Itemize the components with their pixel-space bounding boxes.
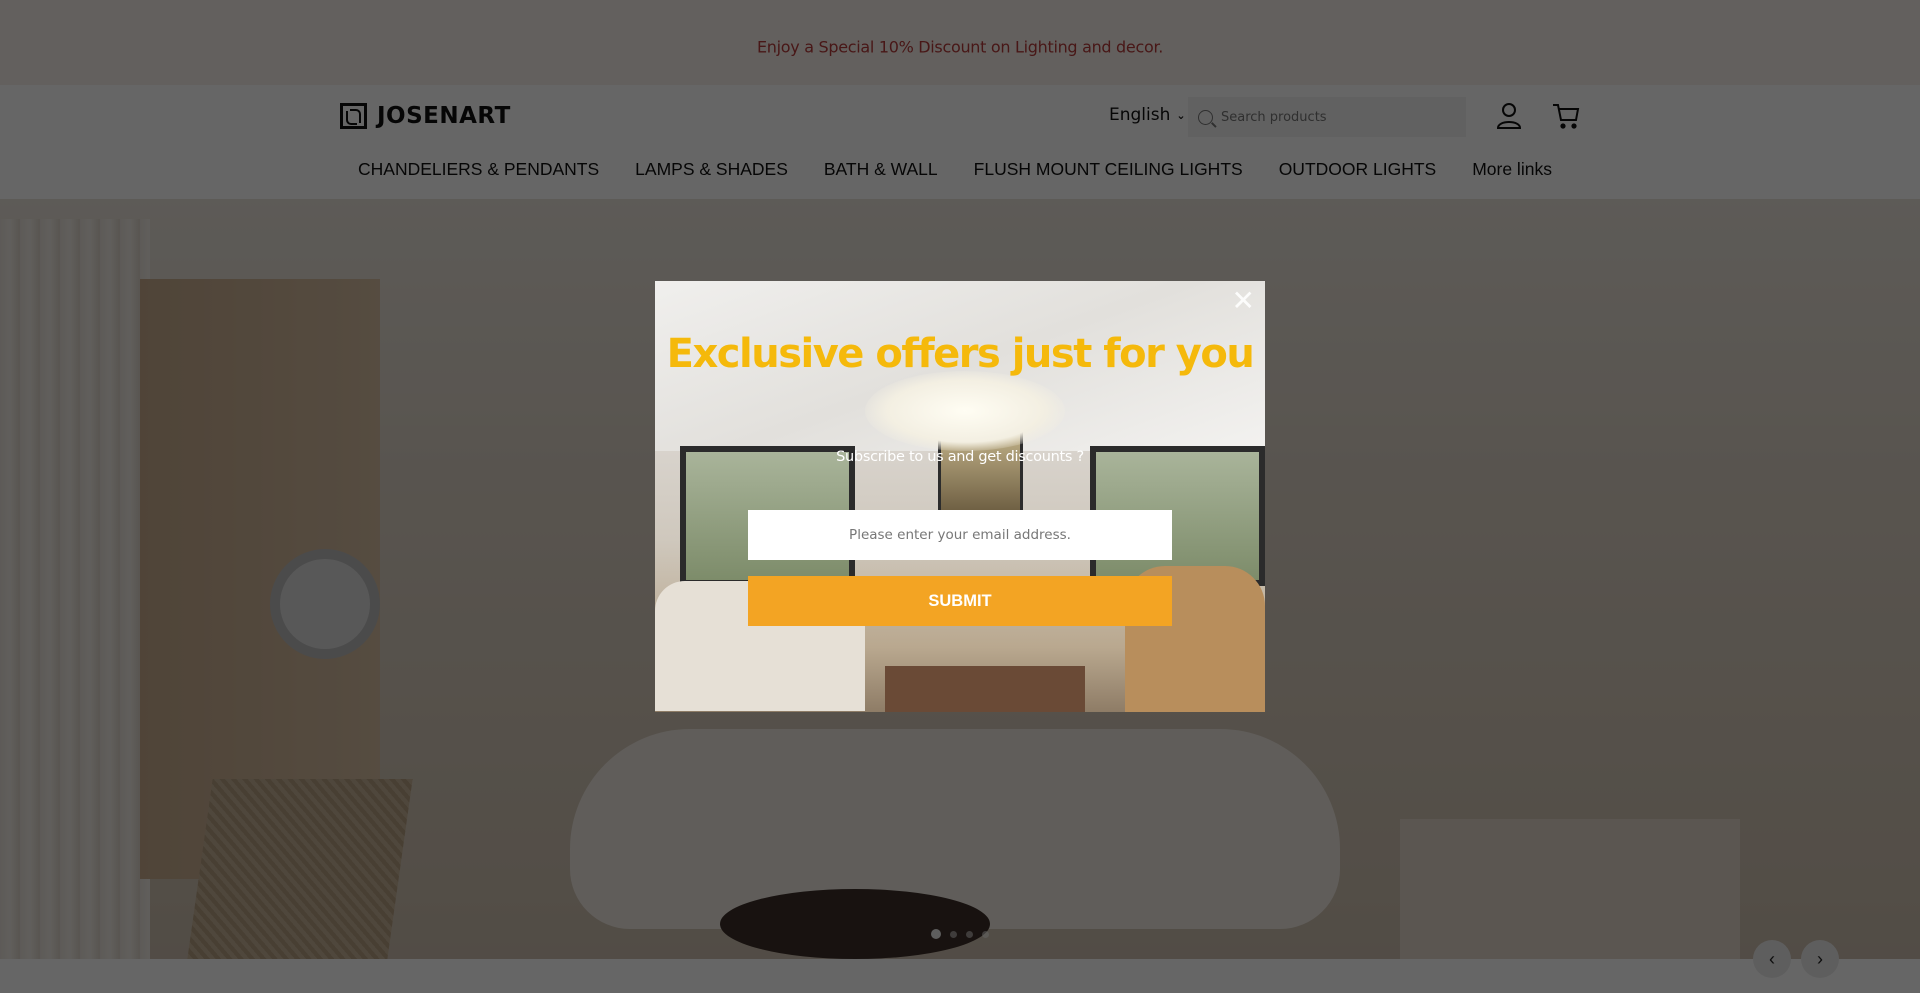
popup-bg-chandelier: [865, 371, 1065, 451]
subscribe-popup: ✕ Exclusive offers just for you Subscrib…: [655, 281, 1265, 712]
popup-subtitle: Subscribe to us and get discounts ?: [836, 449, 1084, 465]
email-field[interactable]: [748, 510, 1172, 560]
close-icon[interactable]: ✕: [1232, 287, 1255, 315]
submit-button[interactable]: SUBMIT: [748, 576, 1172, 626]
popup-title: Exclusive offers just for you: [666, 331, 1255, 377]
popup-bg-table: [885, 666, 1085, 712]
